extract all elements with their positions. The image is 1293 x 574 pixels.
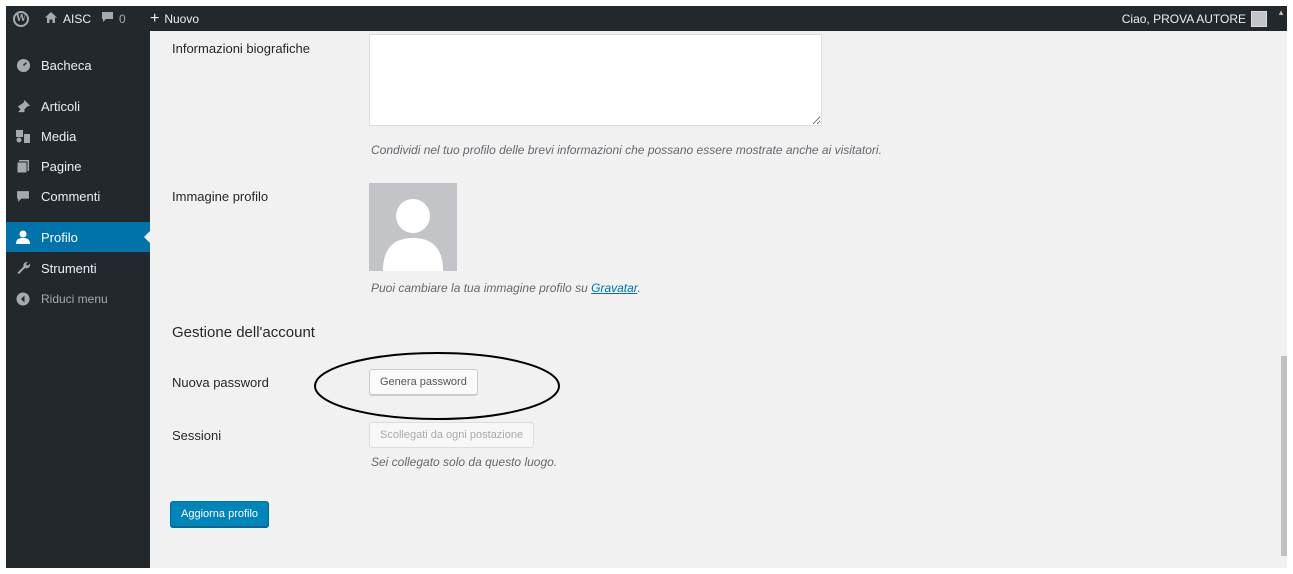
user-icon (13, 230, 33, 245)
profile-avatar-image (369, 183, 457, 271)
sidebar-item-commenti[interactable]: Commenti (6, 181, 150, 211)
update-profile-button[interactable]: Aggiorna profilo (170, 501, 270, 527)
wordpress-icon: W (13, 10, 29, 27)
account-menu[interactable]: Ciao, PROVA AUTORE (1122, 6, 1267, 31)
scrollbar-thumb[interactable] (1281, 356, 1287, 556)
new-password-label: Nuova password (172, 375, 269, 390)
sidebar-item-strumenti[interactable]: Strumenti (6, 253, 150, 283)
comments-link[interactable]: 0 (101, 6, 126, 31)
gravatar-link[interactable]: Gravatar (591, 281, 637, 295)
sidebar-item-label: Articoli (41, 98, 81, 114)
sidebar-item-label: Pagine (41, 158, 82, 174)
sidebar-item-media[interactable]: Media (6, 121, 150, 151)
comment-bubble-icon (101, 11, 114, 26)
sidebar-item-pagine[interactable]: Pagine (6, 151, 150, 181)
sidebar-item-label: Commenti (41, 188, 101, 204)
annotation-ellipse (314, 352, 560, 420)
logout-everywhere-button[interactable]: Scollegati da ogni postazione (369, 422, 535, 448)
scroll-up-arrow-icon[interactable]: ▲ (1277, 8, 1285, 17)
bio-description: Condividi nel tuo profilo delle brevi in… (371, 143, 882, 157)
wrench-icon (13, 261, 33, 276)
avatar-description: Puoi cambiare la tua immagine profilo su… (371, 281, 641, 295)
collapse-menu-button[interactable]: Riduci menu (6, 284, 150, 314)
small-avatar-icon (1251, 10, 1267, 27)
comments-icon (13, 190, 33, 203)
dashboard-icon (13, 58, 33, 73)
sidebar-item-label: Riduci menu (41, 292, 108, 306)
wordpress-logo-button[interactable]: W (10, 6, 32, 31)
admin-bar: W AISC 0 + Nuovo Ciao, PROVA AUTORE ▲ (6, 6, 1287, 31)
new-label: Nuovo (164, 11, 200, 26)
bio-label: Informazioni biografiche (172, 41, 311, 56)
avatar-label: Immagine profilo (172, 189, 269, 204)
pages-icon (13, 159, 33, 174)
sidebar-item-bacheca[interactable]: Bacheca (6, 50, 150, 80)
site-name: AISC (63, 11, 92, 26)
sidebar-item-label: Strumenti (41, 260, 97, 276)
wp-admin-window: W AISC 0 + Nuovo Ciao, PROVA AUTORE ▲ Ba… (6, 6, 1287, 568)
sessions-label: Sessioni (172, 428, 222, 443)
howdy-text: Ciao, PROVA AUTORE (1121, 11, 1246, 26)
sessions-note: Sei collegato solo da questo luogo. (371, 455, 558, 469)
sidebar-item-label: Media (41, 128, 77, 144)
site-name-link[interactable]: AISC (44, 6, 91, 31)
plus-icon: + (150, 9, 160, 27)
media-icon (13, 129, 33, 144)
pin-icon (13, 99, 33, 114)
bio-textarea[interactable] (369, 34, 822, 126)
home-icon (44, 11, 58, 27)
sidebar-item-label: Bacheca (41, 57, 92, 73)
comment-count: 0 (119, 11, 126, 26)
sidebar-item-articoli[interactable]: Articoli (6, 91, 150, 121)
new-content-button[interactable]: + Nuovo (150, 6, 199, 31)
admin-sidebar: Bacheca Articoli Media Pagine Commenti P… (6, 31, 151, 568)
account-section-title: Gestione dell'account (172, 324, 315, 341)
sidebar-item-label: Profilo (41, 229, 78, 245)
page-scrollbar[interactable] (1281, 31, 1287, 568)
collapse-icon (13, 292, 33, 306)
sidebar-item-profilo[interactable]: Profilo (6, 222, 151, 252)
